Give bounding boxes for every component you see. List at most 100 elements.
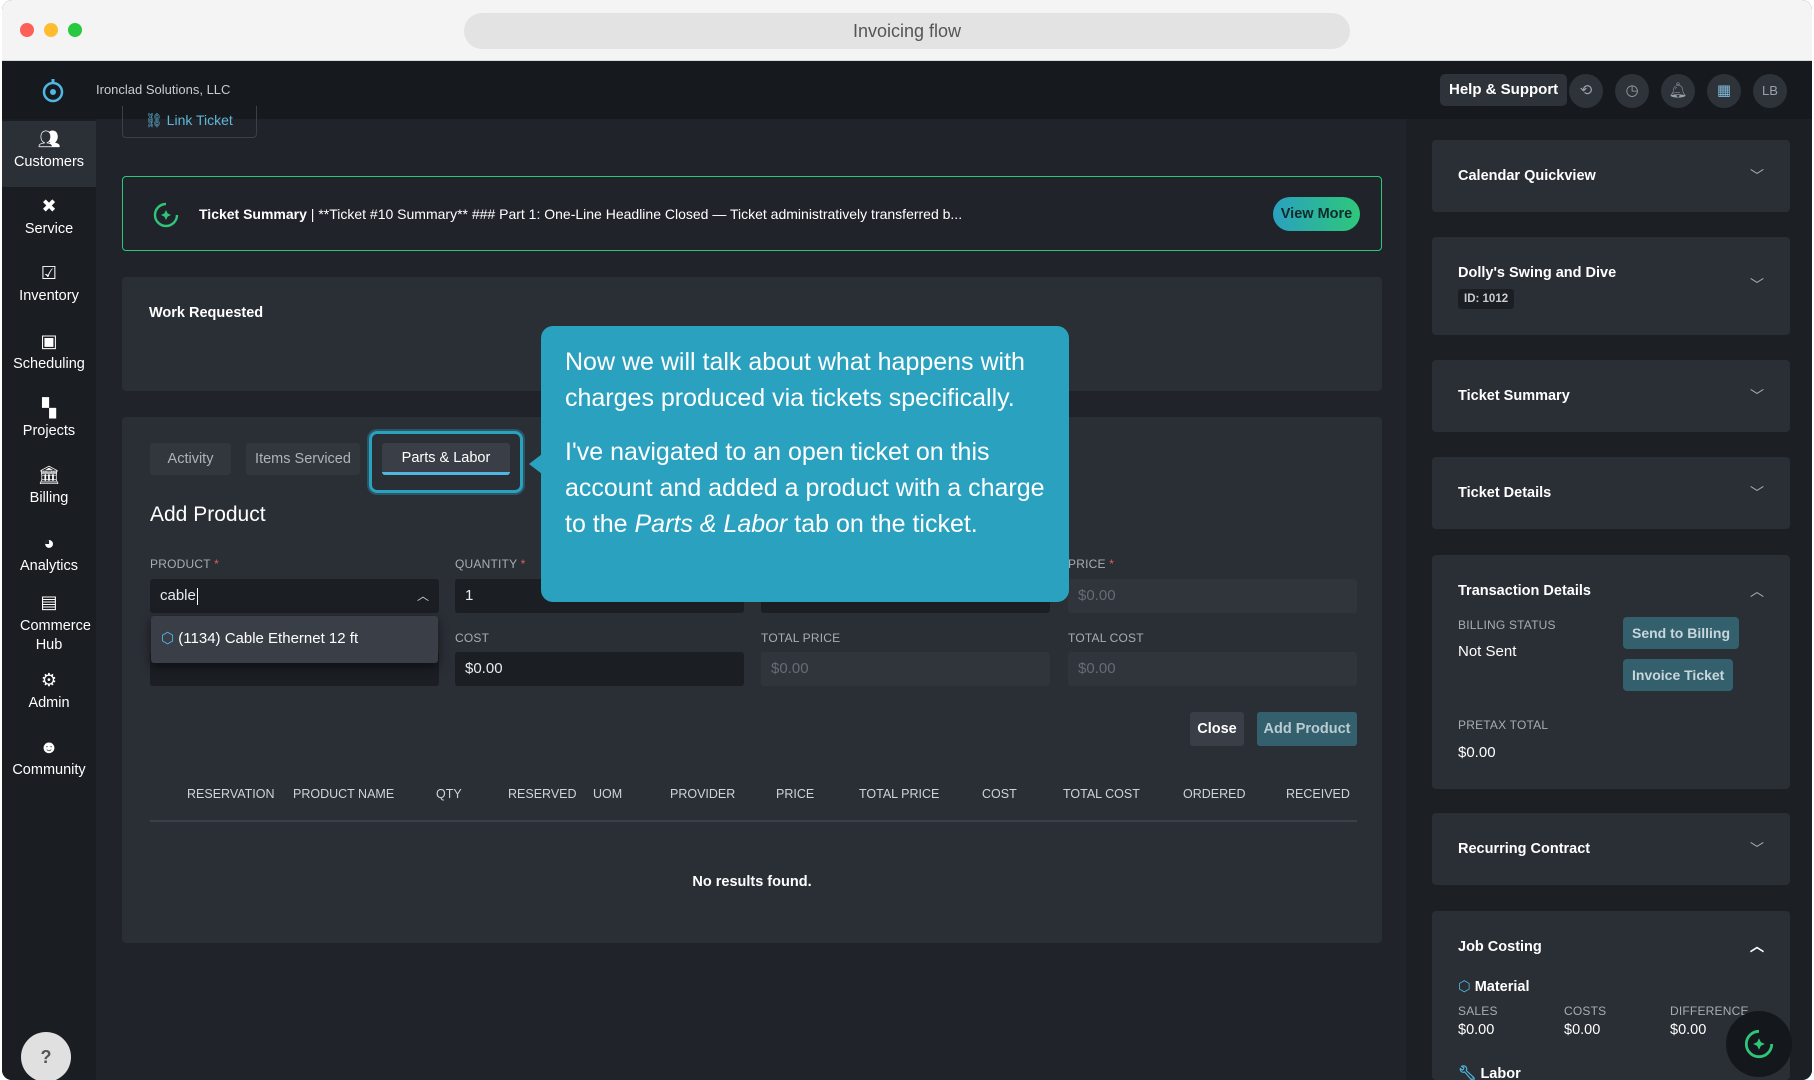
col-ordered[interactable]: ORDERED	[1183, 787, 1246, 801]
browser-titlebar: Invoicing flow	[2, 0, 1812, 61]
url-bar[interactable]: Invoicing flow	[464, 13, 1350, 49]
close-button[interactable]: Close	[1190, 712, 1244, 746]
difference-label: DIFFERENCE	[1670, 1004, 1749, 1018]
tooltip-paragraph-1: Now we will talk about what happens with…	[565, 348, 1025, 412]
calendar-quickview-card[interactable]: Calendar Quickview ﹀	[1432, 140, 1790, 212]
pretax-total-label: PRETAX TOTAL	[1458, 718, 1549, 732]
chevron-up-icon[interactable]: ︿	[417, 579, 429, 613]
ticket-details-card[interactable]: Ticket Details ﹀	[1432, 457, 1790, 529]
close-window-button[interactable]	[20, 23, 34, 37]
sales-label: SALES	[1458, 1004, 1498, 1018]
summary-text: | **Ticket #10 Summary** ### Part 1: One…	[310, 206, 963, 222]
community-icon: ☻	[39, 737, 59, 757]
product-dropdown: ⬡ (1134) Cable Ethernet 12 ft	[151, 616, 438, 663]
sales-value: $0.00	[1458, 1022, 1495, 1038]
dropdown-option-cable-ethernet[interactable]: ⬡ (1134) Cable Ethernet 12 ft	[161, 629, 358, 647]
col-cost[interactable]: COST	[982, 787, 1017, 801]
chevron-down-icon[interactable]: ﹀	[1750, 166, 1764, 186]
recurring-contract-card[interactable]: Recurring Contract ﹀	[1432, 813, 1790, 885]
pretax-total-value: $0.00	[1458, 744, 1496, 761]
sidebar-item-inventory[interactable]: ☑ Inventory	[2, 263, 96, 304]
labor-row: 🔧︎ Labor	[1458, 1066, 1521, 1080]
col-provider[interactable]: PROVIDER	[670, 787, 735, 801]
chevron-down-icon[interactable]: ﹀	[1750, 386, 1764, 406]
view-more-button[interactable]: View More	[1273, 197, 1360, 231]
sidebar-item-customers[interactable]: 👥︎ Customers	[2, 121, 96, 187]
send-to-billing-button[interactable]: Send to Billing	[1623, 617, 1739, 649]
ai-sparkle-icon	[1744, 1029, 1774, 1059]
total-price-input: $0.00	[761, 652, 1050, 686]
quantity-label: QUANTITY *	[455, 557, 526, 571]
ticket-summary-card[interactable]: Ticket Summary ﹀	[1432, 360, 1790, 432]
material-icon: ⬡	[1458, 979, 1471, 995]
billing-status-value: Not Sent	[1458, 643, 1517, 660]
calendar-icon: ▣	[40, 331, 58, 351]
customer-card[interactable]: Dolly's Swing and Dive ID: 1012 ﹀	[1432, 237, 1790, 335]
sidebar-item-community[interactable]: ☻ Community	[2, 737, 96, 778]
store-icon: ▤	[40, 592, 58, 612]
cost-input[interactable]: $0.00	[455, 652, 744, 686]
billing-status-label: BILLING STATUS	[1458, 618, 1556, 632]
col-uom[interactable]: UOM	[593, 787, 622, 801]
cost-label: COST	[455, 631, 490, 645]
wrench-icon: 🔧︎	[1458, 1066, 1477, 1080]
bell-icon[interactable]: 🔔︎	[1661, 74, 1695, 108]
col-total-cost[interactable]: TOTAL COST	[1063, 787, 1140, 801]
invoice-ticket-button[interactable]: Invoice Ticket	[1623, 659, 1734, 691]
sidebar-item-billing[interactable]: 🏛︎ Billing	[2, 465, 96, 506]
summary-title: Ticket Summary	[199, 206, 307, 222]
product-search-input[interactable]: cable ︿	[150, 579, 439, 613]
price-label: PRICE *	[1068, 557, 1115, 571]
help-support-button[interactable]: Help & Support	[1440, 74, 1568, 106]
minimize-window-button[interactable]	[44, 23, 58, 37]
add-product-title: Add Product	[150, 503, 266, 526]
transaction-details-card: Transaction Details ︿ BILLING STATUS Not…	[1432, 555, 1790, 789]
sidebar-item-service[interactable]: ✖ Service	[2, 196, 96, 237]
help-question-button[interactable]: ?	[21, 1032, 71, 1080]
sidebar-item-projects[interactable]: ▚ Projects	[2, 398, 96, 439]
chevron-down-icon[interactable]: ﹀	[1750, 483, 1764, 503]
timer-icon[interactable]: ◷	[1615, 74, 1649, 108]
link-ticket-button[interactable]: ⛓ Link Ticket	[122, 106, 257, 138]
col-received[interactable]: RECEIVED	[1286, 787, 1350, 801]
tab-items-serviced[interactable]: Items Serviced	[246, 443, 360, 475]
history-icon[interactable]: ⟲	[1569, 74, 1603, 108]
chevron-up-icon[interactable]: ︿	[1750, 581, 1764, 601]
material-row: ⬡ Material	[1458, 979, 1530, 995]
add-product-button[interactable]: Add Product	[1257, 712, 1357, 746]
sidebar-item-analytics[interactable]: ◕ Analytics	[2, 533, 96, 574]
col-reserved[interactable]: RESERVED	[508, 787, 577, 801]
bank-icon: 🏛︎	[37, 465, 61, 485]
total-cost-input: $0.00	[1068, 652, 1357, 686]
company-name: Ironclad Solutions, LLC	[96, 82, 231, 97]
user-avatar[interactable]: LB	[1753, 74, 1787, 108]
tab-parts-labor[interactable]: Parts & Labor	[382, 443, 510, 475]
dashboard-icon[interactable]: ▦	[1707, 74, 1741, 108]
total-cost-label: TOTAL COST	[1068, 631, 1144, 645]
service-icon: ✖	[41, 196, 57, 216]
chevron-down-icon[interactable]: ﹀	[1750, 275, 1764, 295]
sidebar-item-admin[interactable]: ⚙ Admin	[2, 670, 96, 711]
col-total-price[interactable]: TOTAL PRICE	[859, 787, 939, 801]
product-label: PRODUCT *	[150, 557, 219, 571]
table-header-divider	[150, 820, 1357, 822]
chevron-down-icon[interactable]: ﹀	[1750, 839, 1764, 859]
sidebar-item-scheduling[interactable]: ▣ Scheduling	[2, 331, 96, 372]
inventory-icon: ☑	[40, 263, 58, 283]
col-qty[interactable]: QTY	[436, 787, 462, 801]
tab-activity[interactable]: Activity	[150, 443, 231, 475]
ai-assistant-button[interactable]	[1726, 1011, 1792, 1077]
ticket-summary-banner: Ticket Summary | **Ticket #10 Summary** …	[122, 176, 1382, 251]
chevron-up-icon[interactable]: ︿	[1750, 936, 1764, 956]
maximize-window-button[interactable]	[68, 23, 82, 37]
col-product-name[interactable]: PRODUCT NAME	[293, 787, 394, 801]
sidebar-item-commerce-hub[interactable]: ▤ Commerce Hub	[2, 592, 96, 655]
col-reservation[interactable]: RESERVATION	[187, 787, 275, 801]
col-price[interactable]: PRICE	[776, 787, 814, 801]
price-input: $0.00	[1068, 579, 1357, 613]
costs-label: COSTS	[1564, 1004, 1607, 1018]
pie-chart-icon: ◕	[43, 533, 55, 553]
app-logo-icon[interactable]	[40, 78, 66, 104]
link-icon: ⛓	[145, 112, 163, 128]
walkthrough-tooltip: Now we will talk about what happens with…	[541, 326, 1069, 602]
